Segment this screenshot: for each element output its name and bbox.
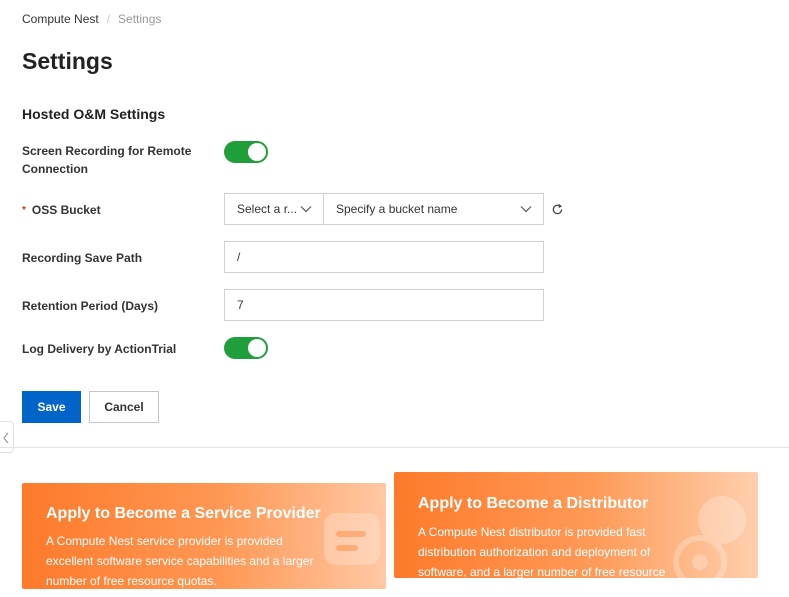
region-select-placeholder: Select a r... [237,202,298,216]
bucket-select[interactable]: Specify a bucket name [324,193,544,225]
retention-period-label: Retention Period (Days) [22,299,159,313]
service-provider-description: A Compute Nest service provider is provi… [46,534,314,588]
refresh-icon[interactable] [551,203,564,216]
divider [0,447,789,448]
oss-bucket-label: OSS Bucket [31,203,101,217]
settings-page: Compute Nest / Settings Settings Hosted … [0,0,789,597]
service-provider-title: Apply to Become a Service Provider [46,505,321,522]
oss-bucket-label-row: * OSS Bucket [22,201,202,220]
toggle-knob [248,339,266,357]
log-delivery-toggle[interactable] [224,337,268,359]
bucket-select-placeholder: Specify a bucket name [336,202,458,216]
screen-recording-label: Screen Recording for Remote Connection [22,144,192,176]
sidebar-collapse-handle[interactable] [0,421,14,453]
page-title: Settings [22,48,113,74]
section-title: Hosted O&M Settings [22,106,166,122]
toggle-knob [248,143,266,161]
recording-save-path-input[interactable] [224,241,544,273]
distributor-description: A Compute Nest distributor is provided f… [418,525,666,578]
distributor-title: Apply to Become a Distributor [418,495,649,512]
service-provider-card[interactable]: Apply to Become a Service Provider A Com… [22,483,386,589]
screen-recording-toggle[interactable] [224,141,268,163]
log-delivery-label: Log Delivery by ActionTrial [22,342,177,356]
breadcrumb-link-compute-nest[interactable]: Compute Nest [22,12,99,26]
save-button[interactable]: Save [22,391,81,423]
retention-period-input[interactable] [224,289,544,321]
card-decoration-icon [324,513,380,565]
breadcrumb: Compute Nest / Settings [22,12,161,26]
recording-save-path-label: Recording Save Path [22,251,143,265]
chevron-down-icon [300,206,312,213]
distributor-card[interactable]: Apply to Become a Distributor A Compute … [394,472,758,578]
chevron-left-icon [3,432,9,444]
region-select[interactable]: Select a r... [224,193,324,225]
cancel-button[interactable]: Cancel [89,391,159,423]
breadcrumb-current: Settings [118,12,162,26]
chevron-down-icon [520,206,532,213]
required-mark: * [22,205,26,216]
breadcrumb-separator: / [106,12,111,26]
